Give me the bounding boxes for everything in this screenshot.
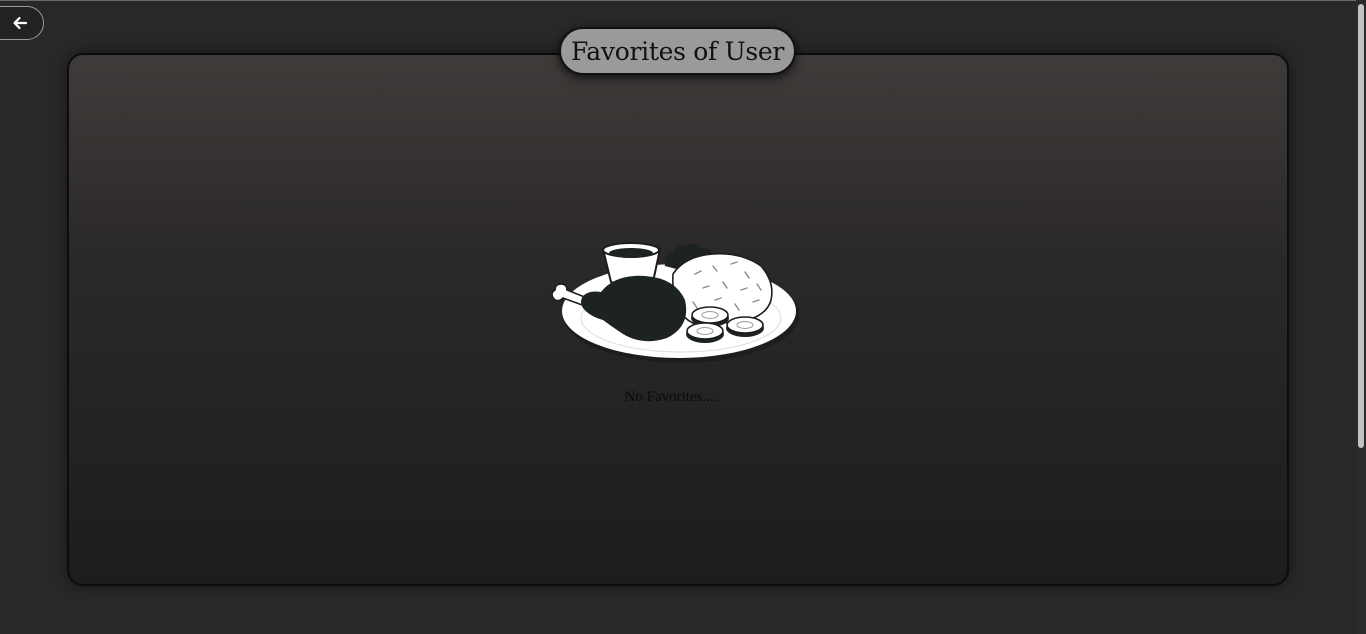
page-title: Favorites of User [570,36,785,66]
food-plate-icon [545,234,801,374]
arrow-left-icon [12,15,28,31]
scrollbar-thumb[interactable] [1358,4,1364,448]
back-button[interactable] [0,6,44,40]
window-top-border [0,0,1366,1]
scrollbar[interactable] [1356,0,1366,634]
empty-favorites-message: No Favorites.... [624,389,718,405]
page-title-pill: Favorites of User [559,27,796,75]
